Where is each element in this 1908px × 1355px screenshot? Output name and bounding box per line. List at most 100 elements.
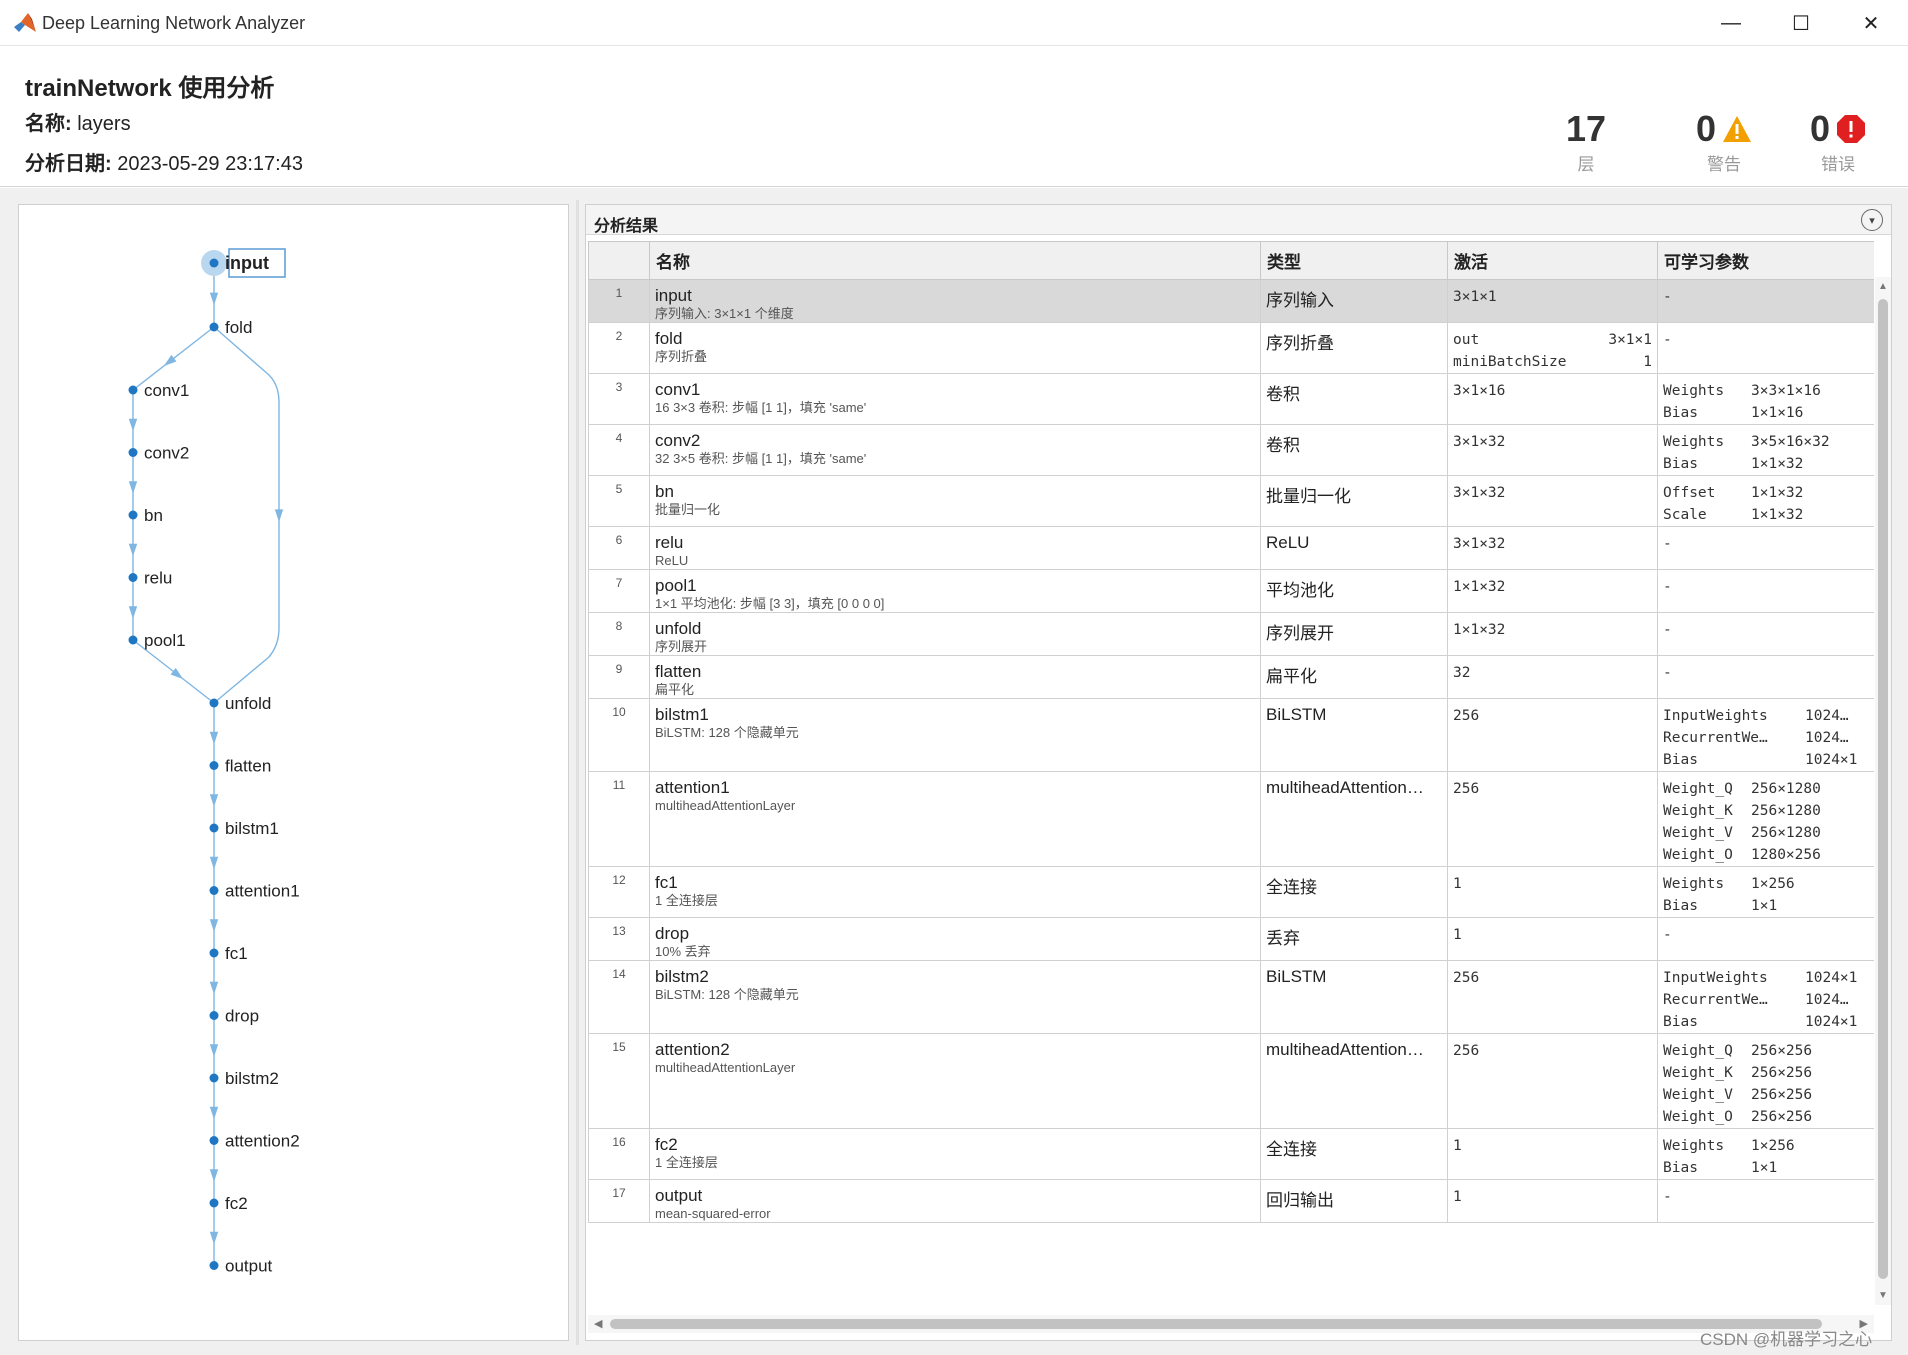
graph-node-label[interactable]: attention2 [225,1132,300,1151]
table-row[interactable]: 16 fc2 1 全连接层 全连接 1 Weights 1×256 Bias 1×1 [588,1128,1874,1180]
act-value: 3×1×1 [1608,332,1652,348]
layer-name: output [655,1186,703,1205]
graph-node-label[interactable]: attention1 [225,882,300,901]
row-index: 13 [588,917,650,961]
graph-node-label[interactable]: input [225,253,269,273]
params-value: 256×256 [1751,1043,1813,1059]
table-row[interactable]: 17 output mean-squared-error 回归输出 1- [588,1179,1874,1223]
column-header-type[interactable]: 类型 [1260,241,1448,280]
graph-node-label[interactable]: fc1 [225,944,248,963]
learnables-cell: - [1657,322,1874,374]
table-row[interactable]: 1 input 序列输入: 3×1×1 个维度 序列输入 3×1×1- [588,279,1874,323]
params-entry: - [1663,924,1869,946]
layer-name: bilstm1 [655,705,709,724]
column-header-name[interactable]: 名称 [649,241,1261,280]
maximize-button[interactable]: ☐ [1768,0,1834,46]
table-row[interactable]: 8 unfold 序列展开 序列展开 1×1×32- [588,612,1874,656]
results-table: 名称 类型 激活 可学习参数 1 input 序列输入: 3×1×1 个维度 序列输入… [588,241,1874,1223]
table-row[interactable]: 6 relu ReLU ReLU 3×1×32- [588,526,1874,570]
graph-node-dot [128,510,138,520]
name-value: layers [77,113,131,135]
table-row[interactable]: 7 pool1 1×1 平均池化: 步幅 [3 3]，填充 [0 0 0 0] 平均池… [588,569,1874,613]
params-entry: Weight_Q 256×256 [1663,1040,1869,1062]
params-key: - [1663,1189,1672,1205]
close-button[interactable]: ✕ [1838,0,1904,46]
collapse-button[interactable]: ▾ [1861,209,1883,231]
params-entry: InputWeights 1024×1 [1663,967,1869,989]
graph-node-label[interactable]: unfold [225,694,271,713]
graph-node-label[interactable]: relu [144,569,172,588]
window-title: Deep Learning Network Analyzer [42,13,306,33]
params-key: Weights [1663,1138,1725,1154]
column-header-learnables[interactable]: 可学习参数 [1657,241,1874,280]
act-key: 32 [1453,665,1471,681]
graph-node-label[interactable]: bn [144,506,163,525]
table-row[interactable]: 2 fold 序列折叠 序列折叠 out 3×1×1 miniBatchSize 1- [588,322,1874,374]
graph-node-label[interactable]: bilstm1 [225,819,279,838]
scroll-left-icon[interactable]: ◀ [594,1317,602,1330]
results-title: 分析结果 [594,218,659,235]
graph-node-label[interactable]: flatten [225,757,271,776]
layer-type-cell: 批量归一化 [1260,475,1448,527]
vertical-scrollbar[interactable]: ▲ ▼ [1875,277,1891,1305]
edge-arrow [209,1231,219,1245]
network-graph[interactable]: input fold conv1 conv2 bn relu pool1 unfold flat… [19,205,568,1340]
layer-type-cell: 序列展开 [1260,612,1448,656]
layer-description: 扁平化 [655,682,695,697]
params-key: - [1663,927,1672,943]
horizontal-scrollbar[interactable]: ◀ ▶ [588,1315,1874,1333]
table-row[interactable]: 15 attention2 multiheadAttentionLayer multi… [588,1033,1874,1129]
act-entry: 1 [1453,873,1652,895]
layer-description: BiLSTM: 128 个隐藏单元 [655,725,799,740]
layer-type: 全连接 [1266,878,1317,897]
graph-node-dot [209,823,219,833]
params-key: InputWeights [1663,708,1768,724]
network-graph-panel[interactable]: input fold conv1 conv2 bn relu pool1 unfold flat… [18,204,569,1341]
act-key: 1 [1453,876,1462,892]
graph-node-label[interactable]: output [225,1257,273,1276]
graph-node-label[interactable]: conv2 [144,444,189,463]
params-key: Bias [1663,405,1698,421]
vertical-scroll-thumb[interactable] [1878,299,1888,1279]
graph-node-dot [209,1011,219,1020]
layer-name-cell: conv2 32 3×5 卷积: 步幅 [1 1]，填充 'same' [649,424,1261,476]
table-row[interactable]: 11 attention1 multiheadAttentionLayer multi… [588,771,1874,867]
panel-splitter[interactable] [576,200,579,1345]
params-value: 256×256 [1751,1065,1813,1081]
scroll-down-icon[interactable]: ▼ [1878,1290,1888,1301]
table-row[interactable]: 3 conv1 16 3×3 卷积: 步幅 [1 1]，填充 'same' 卷积 3×1… [588,373,1874,425]
params-value: 1×1 [1751,898,1778,914]
act-key: 3×1×32 [1453,536,1506,552]
act-entry: 3×1×32 [1453,533,1652,555]
table-row[interactable]: 12 fc1 1 全连接层 全连接 1 Weights 1×256 Bias 1×1 [588,866,1874,918]
horizontal-scroll-thumb[interactable] [610,1319,1822,1329]
params-key: Bias [1663,1014,1698,1030]
layer-name: fc2 [655,1135,678,1154]
params-key: Bias [1663,456,1698,472]
layer-type-cell: 全连接 [1260,866,1448,918]
graph-node-label[interactable]: fc2 [225,1194,248,1213]
edge-arrow [209,1106,219,1120]
table-row[interactable]: 10 bilstm1 BiLSTM: 128 个隐藏单元 BiLSTM 256 Input… [588,698,1874,772]
table-row[interactable]: 13 drop 10% 丢弃 丢弃 1- [588,917,1874,961]
table-row[interactable]: 4 conv2 32 3×5 卷积: 步幅 [1 1]，填充 'same' 卷积 3×1… [588,424,1874,476]
column-header-activations[interactable]: 激活 [1447,241,1658,280]
params-key: Bias [1663,752,1698,768]
graph-node-label[interactable]: drop [225,1007,259,1026]
minimize-button[interactable]: — [1698,0,1764,46]
scroll-up-icon[interactable]: ▲ [1878,281,1888,292]
graph-node-label[interactable]: pool1 [144,631,186,650]
params-value: 256×256 [1751,1109,1813,1125]
row-index: 10 [588,698,650,772]
params-key: Weight_K [1663,803,1733,819]
table-row[interactable]: 9 flatten 扁平化 扁平化 32- [588,655,1874,699]
graph-node-label[interactable]: bilstm2 [225,1069,279,1088]
table-row[interactable]: 14 bilstm2 BiLSTM: 128 个隐藏单元 BiLSTM 256 Input… [588,960,1874,1034]
layer-type: 丢弃 [1266,929,1300,948]
row-index: 4 [588,424,650,476]
graph-node-label[interactable]: conv1 [144,381,189,400]
learnables-cell: Weight_Q 256×256 Weight_K 256×256 Weight_V 25… [1657,1033,1874,1129]
layer-description: multiheadAttentionLayer [655,1060,796,1075]
table-row[interactable]: 5 bn 批量归一化 批量归一化 3×1×32 Offset 1×1×32 Scale 1×1×… [588,475,1874,527]
graph-node-label[interactable]: fold [225,318,252,337]
